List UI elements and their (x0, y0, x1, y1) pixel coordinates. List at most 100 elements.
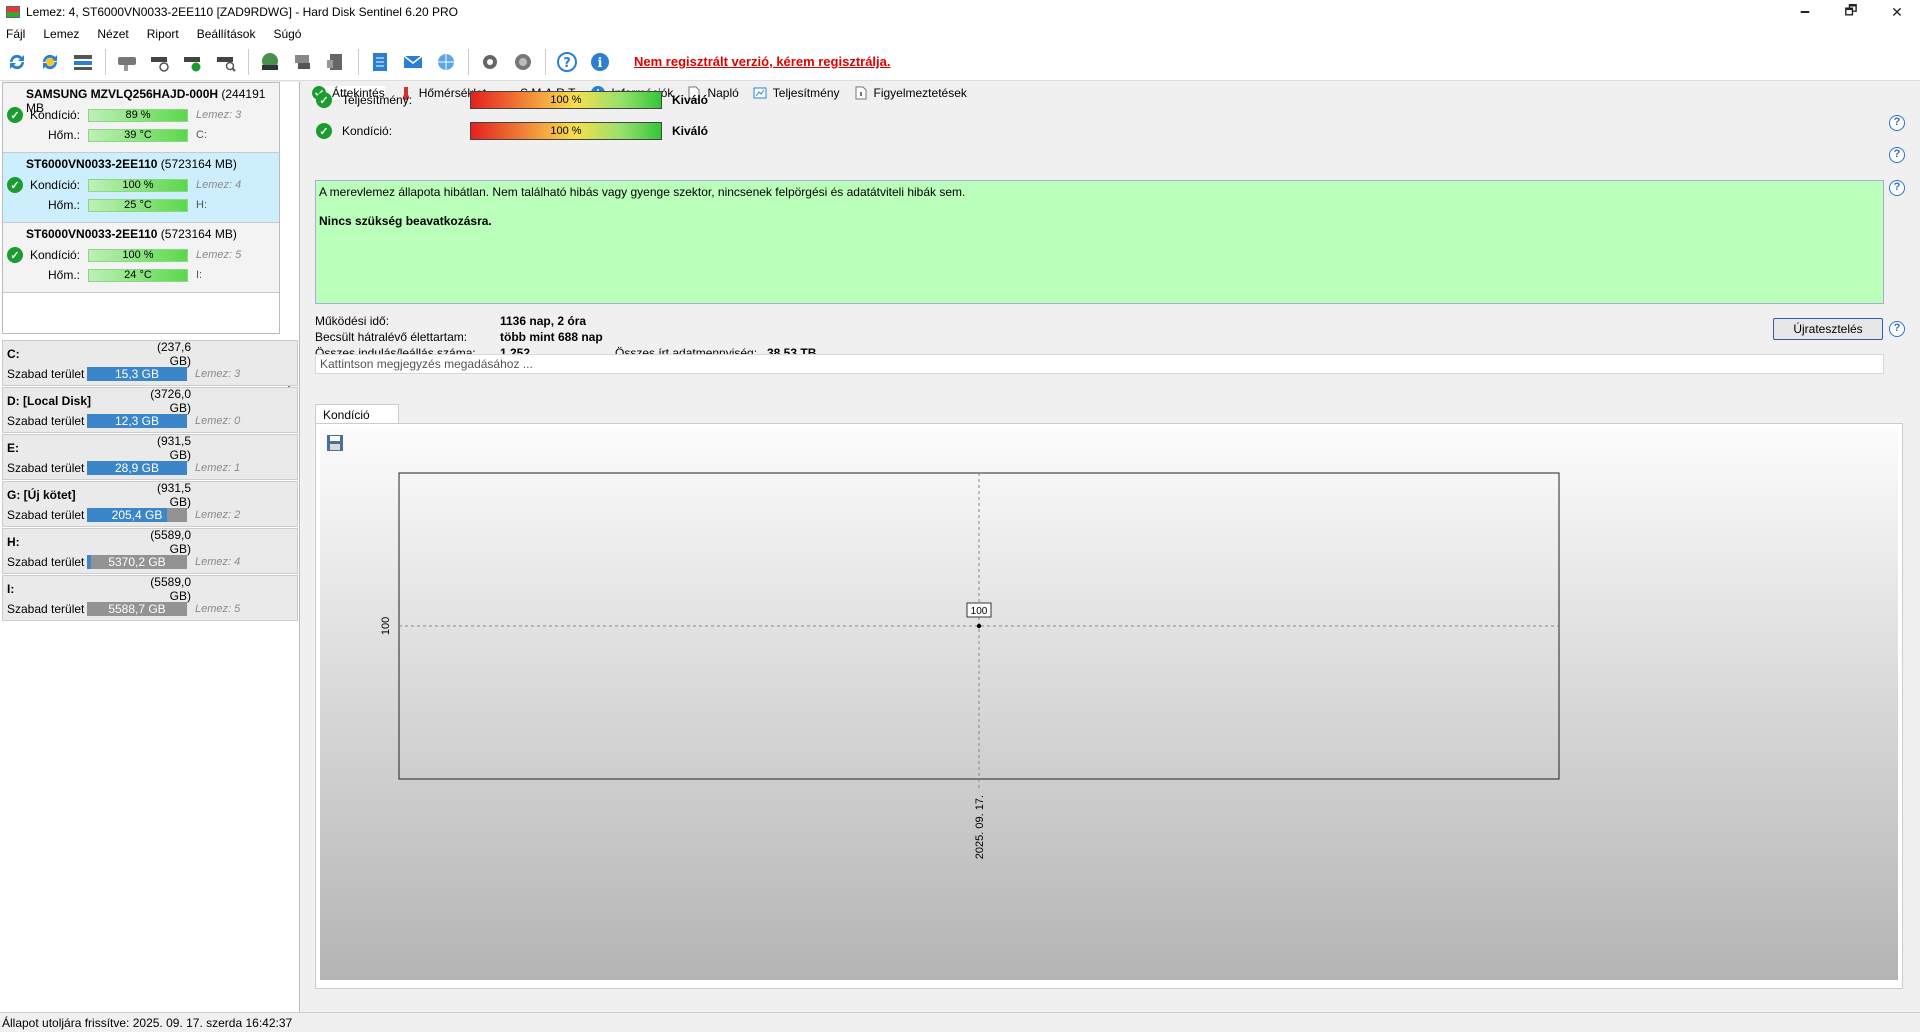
help-icon[interactable]: ? (1889, 115, 1905, 131)
sound-icon[interactable] (510, 49, 536, 75)
temp-label: Hőm.: (47, 128, 80, 142)
status-bar: Állapot utoljára frissítve: 2025. 09. 17… (0, 1012, 1920, 1032)
info-icon[interactable]: i (587, 49, 613, 75)
svg-text:?: ? (563, 56, 571, 71)
uptime-value: 1136 nap, 2 óra (500, 314, 587, 328)
disk-list: SAMSUNG MZVLQ256HAJD-000H (244191 MB ✓ Ko… (2, 82, 280, 334)
tab-health-chart[interactable]: Kondíció (%) (315, 404, 399, 436)
menu-file[interactable]: Fájl (6, 27, 25, 41)
menu-bar: Fájl Lemez Nézet Riport Beállítások Súgó (0, 24, 1920, 43)
temp-label: Hőm.: (47, 198, 80, 212)
volume-letter: G: [Új kötet] (7, 488, 76, 502)
remaining-life-value: több mint 688 nap (500, 330, 603, 344)
report-icon[interactable] (367, 49, 393, 75)
left-panel: SAMSUNG MZVLQ256HAJD-000H (244191 MB ✓ Ko… (0, 82, 300, 1012)
disk-number: Lemez: 5 (195, 603, 241, 615)
y-tick-label: 100 (380, 617, 392, 635)
disk-number: Lemez: 5 (196, 249, 242, 261)
disk-list-icon[interactable] (70, 49, 96, 75)
volume-card[interactable]: I: (5589,0 GB) Szabad terület 5588,7 GB Lem… (2, 575, 298, 621)
health-chart: 100 2025. 09. 17. 100 (380, 472, 1560, 859)
volume-capacity: (237,6 GB) (156, 340, 191, 368)
toolbar: ? i Nem regisztrált verzió, kérem regisz… (0, 43, 1920, 81)
disk-ok-icon[interactable] (180, 49, 206, 75)
volume-letter: C: (7, 347, 20, 361)
hard-disk-icon[interactable] (257, 49, 283, 75)
ok-check-icon: ✓ (7, 107, 23, 123)
disk-name: SAMSUNG MZVLQ256HAJD-000H (244191 MB (26, 87, 266, 115)
close-button[interactable]: ✕ (1874, 0, 1920, 24)
health-bar: 100 % (470, 122, 662, 140)
disk-number: Lemez: 4 (195, 556, 241, 568)
disk-number: Lemez: 0 (195, 415, 241, 427)
health-row: ✓ Kondíció: 100 % Kiváló (316, 120, 708, 142)
drive-letter: C: (196, 129, 207, 141)
performance-status: Kiváló (672, 93, 709, 107)
free-space-label: Szabad terület (7, 414, 85, 428)
disk-test-icon[interactable] (114, 49, 140, 75)
retest-button[interactable]: Újratesztelés (1773, 318, 1883, 340)
help-icon[interactable]: ? (1889, 180, 1905, 196)
performance-row: ✓ Teljesítmény: 100 % Kiváló (316, 89, 708, 111)
volume-card[interactable]: H: (5589,0 GB) Szabad terület 5370,2 GB Lem… (2, 528, 298, 574)
disk-number: Lemez: 3 (195, 368, 241, 380)
tab-alerts[interactable]: Figyelmeztetések (854, 86, 967, 100)
drive-letter: H: (196, 199, 207, 211)
disk-name: ST6000VN0033-2EE110 (5723164 MB) (26, 157, 237, 171)
ok-check-icon: ✓ (316, 92, 332, 108)
disk-search-icon[interactable] (213, 49, 239, 75)
menu-help[interactable]: Súgó (273, 27, 301, 41)
volume-card[interactable]: E: (931,5 GB) Szabad terület 28,9 GB Lemez:… (2, 434, 298, 480)
maximize-button[interactable]: 🗗 (1828, 0, 1874, 24)
network-disk-icon[interactable] (290, 49, 316, 75)
svg-text:i: i (598, 56, 603, 71)
surface-test-icon[interactable] (147, 49, 173, 75)
help-icon[interactable]: ? (1889, 321, 1905, 337)
free-space-bar: 12,3 GB (87, 414, 187, 428)
gear-icon[interactable] (477, 49, 503, 75)
external-disk-icon[interactable] (323, 49, 349, 75)
free-space-bar: 205,4 GB (87, 508, 187, 522)
refresh-all-icon[interactable] (37, 49, 63, 75)
menu-view[interactable]: Nézet (97, 27, 128, 41)
menu-settings[interactable]: Beállítások (197, 27, 256, 41)
minimize-button[interactable]: 🗕 (1782, 0, 1828, 24)
email-icon[interactable] (400, 49, 426, 75)
chart-frame: 100 2025. 09. 17. 100 (315, 423, 1903, 989)
help-icon[interactable]: ? (554, 49, 580, 75)
menu-report[interactable]: Riport (147, 27, 179, 41)
volume-card[interactable]: G: [Új kötet] (931,5 GB) Szabad terület 20… (2, 481, 298, 527)
volume-letter: H: (7, 535, 20, 549)
health-label: Kondíció: (29, 108, 80, 122)
main-panel: Áttekintés Hőmérséklet S.M.A.R.T. iInfor… (312, 82, 1920, 1012)
volume-letter: E: (7, 441, 19, 455)
refresh-icon[interactable] (4, 49, 30, 75)
note-input[interactable]: Kattintson megjegyzés megadásához ... (315, 354, 1884, 374)
disk-card[interactable]: ST6000VN0033-2EE110 (5723164 MB) ✓ Kondíc… (3, 223, 279, 293)
help-icon[interactable]: ? (1889, 147, 1905, 163)
ok-check-icon: ✓ (316, 123, 332, 139)
volume-card[interactable]: D: [Local Disk] (3726,0 GB) Szabad terüle… (2, 387, 298, 433)
disk-number: Lemez: 3 (196, 109, 242, 121)
remaining-life-label: Becsült hátralévő élettartam: (315, 330, 468, 344)
web-report-icon[interactable] (433, 49, 459, 75)
health-label: Kondíció: (342, 124, 393, 138)
free-space-label: Szabad terület (7, 461, 85, 475)
menu-disk[interactable]: Lemez (43, 27, 79, 41)
volume-capacity: (5589,0 GB) (150, 528, 191, 556)
temp-bar: 39 °C (88, 128, 188, 142)
disk-card[interactable]: SAMSUNG MZVLQ256HAJD-000H (244191 MB ✓ Ko… (3, 83, 279, 153)
disk-card[interactable]: ST6000VN0033-2EE110 (5723164 MB) ✓ Kondíc… (3, 153, 279, 223)
disk-number: Lemez: 4 (196, 179, 242, 191)
drive-letter: I: (196, 269, 203, 281)
toolbar-separator (468, 48, 469, 75)
volume-capacity: (931,5 GB) (156, 434, 191, 462)
temp-label: Hőm.: (47, 268, 80, 282)
register-link[interactable]: Nem regisztrált verzió, kérem regisztrál… (634, 54, 891, 69)
volume-card[interactable]: C: (237,6 GB) Szabad terület 15,3 GB Lemez:… (2, 340, 298, 386)
free-space-label: Szabad terület (7, 508, 85, 522)
volume-capacity: (5589,0 GB) (150, 575, 191, 603)
recommendation-message: Nincs szükség beavatkozásra. (319, 214, 492, 228)
tab-performance[interactable]: Teljesítmény (753, 86, 840, 100)
performance-bar: 100 % (470, 91, 662, 109)
